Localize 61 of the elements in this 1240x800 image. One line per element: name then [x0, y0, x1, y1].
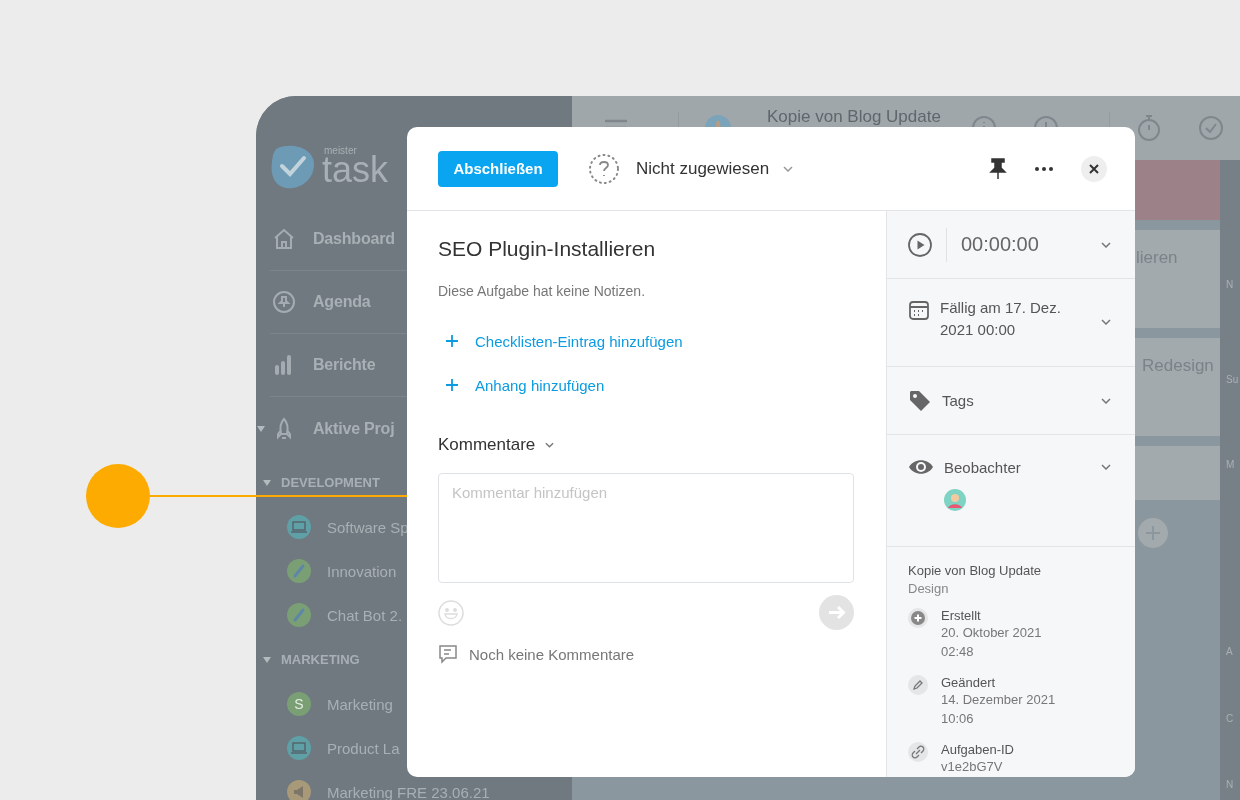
- project-letter-icon: S: [287, 692, 311, 716]
- caret-icon[interactable]: [263, 656, 271, 663]
- comment-field[interactable]: Kommentar hinzufügen: [438, 473, 854, 583]
- chevron-down-icon[interactable]: [783, 165, 794, 172]
- link-icon: [908, 742, 928, 762]
- chevron-down-icon[interactable]: [545, 442, 555, 448]
- unassigned-user-icon[interactable]: [588, 152, 620, 185]
- more-icon[interactable]: [1035, 166, 1053, 171]
- project-item[interactable]: Marketing: [327, 695, 393, 713]
- assignee-dropdown[interactable]: Nicht zugewiesen: [636, 158, 770, 179]
- no-comments-text: Noch keine Kommentare: [469, 645, 635, 663]
- history-label: Erstellt: [941, 608, 982, 623]
- chevron-down-icon[interactable]: [1101, 319, 1111, 325]
- history-label: Geändert: [941, 675, 997, 690]
- group-heading[interactable]: DEVELOPMENT: [281, 475, 380, 490]
- watchers-label[interactable]: Beobachter: [944, 458, 1021, 476]
- chevron-down-icon[interactable]: [1101, 464, 1111, 470]
- nav-item[interactable]: Agenda: [313, 293, 371, 311]
- chevron-down-icon[interactable]: [1101, 241, 1111, 248]
- chevron-down-icon[interactable]: [1101, 397, 1111, 404]
- caret-icon[interactable]: [257, 425, 265, 432]
- project-title[interactable]: Kopie von Blog Update: [767, 107, 941, 127]
- nav-item[interactable]: Aktive Proj: [313, 419, 395, 438]
- add-link[interactable]: Anhang hinzufügen: [475, 376, 605, 394]
- history-value: v1e2bG7V: [941, 758, 1004, 776]
- plus-icon[interactable]: [446, 379, 458, 391]
- check-circle-icon[interactable]: [1198, 115, 1224, 141]
- avatar-icon[interactable]: [944, 489, 966, 511]
- pencil-icon: [908, 675, 928, 695]
- notes-text[interactable]: Diese Aufgabe hat keine Notizen.: [438, 283, 855, 299]
- history-value: 14. Dezember 2021 10:06: [941, 691, 1057, 728]
- project-item[interactable]: Chat Bot 2.: [327, 606, 403, 624]
- eye-icon[interactable]: [908, 457, 934, 477]
- home-icon[interactable]: [272, 227, 296, 251]
- checkmark-logo-icon: [270, 144, 316, 190]
- calendar-icon[interactable]: [908, 299, 930, 321]
- nav-item[interactable]: Dashboard: [313, 230, 395, 248]
- history-value: 20. Oktober 2021 02:48: [941, 624, 1043, 661]
- history-label: Aufgaben-ID: [941, 742, 1015, 757]
- project-item[interactable]: Marketing FRE 23.06.21: [327, 783, 490, 800]
- comment-icon: [438, 644, 458, 664]
- pin-icon[interactable]: [989, 157, 1007, 180]
- project-item[interactable]: Product La: [327, 739, 400, 757]
- tag-icon[interactable]: [908, 388, 932, 413]
- task-title[interactable]: SEO Plugin-Installieren: [438, 237, 855, 261]
- tags-label[interactable]: Tags: [942, 392, 974, 409]
- section-name: Design: [908, 581, 950, 596]
- add-link[interactable]: Checklisten-Eintrag hinzufügen: [475, 332, 683, 350]
- plus-circle-icon: [908, 608, 928, 628]
- comments-heading[interactable]: Kommentare: [438, 435, 536, 455]
- caret-icon[interactable]: [263, 479, 271, 486]
- plus-icon[interactable]: [446, 335, 458, 347]
- group-heading[interactable]: MARKETING: [281, 652, 360, 667]
- nav-item[interactable]: Berichte: [313, 356, 376, 374]
- due-date[interactable]: Fällig am 17. Dez. 2021 00:00: [940, 297, 1070, 341]
- project-item[interactable]: Innovation: [327, 562, 397, 580]
- play-icon[interactable]: [908, 232, 932, 257]
- close-icon[interactable]: [1081, 155, 1107, 182]
- project-name[interactable]: Kopie von Blog Update: [908, 563, 1115, 578]
- complete-button[interactable]: Abschließen: [438, 150, 558, 187]
- timer-value[interactable]: 00:00:00: [961, 233, 1039, 256]
